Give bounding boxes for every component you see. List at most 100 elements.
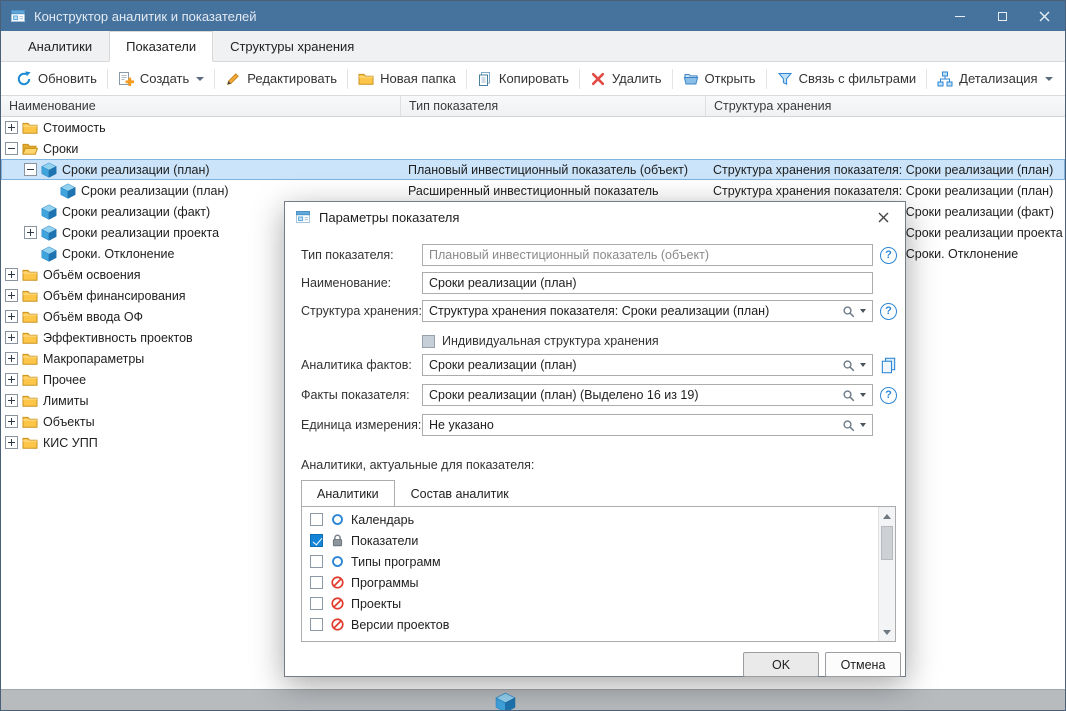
analytics-item[interactable]: Версии проектов [302, 614, 878, 635]
magnifier-icon[interactable] [842, 419, 855, 432]
cube-icon [41, 204, 57, 220]
scroll-up-button[interactable] [879, 508, 895, 524]
help-icon[interactable]: ? [880, 303, 897, 320]
expand-icon[interactable] [5, 373, 18, 386]
column-header-2[interactable]: Структура хранения [706, 96, 1066, 116]
indicator-facts-input[interactable]: Сроки реализации (план) (Выделено 16 из … [422, 384, 873, 406]
filter-link-icon [777, 71, 793, 87]
collapse-icon[interactable] [5, 142, 18, 155]
toolbar-button-create[interactable]: Создать [111, 66, 211, 92]
expand-icon[interactable] [5, 310, 18, 323]
table-row[interactable]: Стоимость [1, 117, 1065, 138]
toolbar-button-label: Копировать [499, 71, 569, 86]
tab-storage-structures[interactable]: Структуры хранения [213, 31, 371, 62]
checkbox-unchecked[interactable] [310, 555, 323, 568]
type-input[interactable]: Плановый инвестиционный показатель (объе… [422, 244, 873, 266]
unit-input[interactable]: Не указано [422, 414, 873, 436]
open-icon [683, 71, 699, 87]
analytics-item[interactable]: Проекты [302, 593, 878, 614]
dialog-tab-composition[interactable]: Состав аналитик [395, 480, 525, 508]
toolbar-button-label: Удалить [612, 71, 662, 86]
close-button[interactable] [1023, 1, 1065, 31]
toolbar: Обновить Создать Редактировать Новая папка К… [1, 62, 1065, 96]
folder-open-icon [22, 141, 38, 157]
checkbox-unchecked[interactable] [310, 513, 323, 526]
expand-icon[interactable] [5, 415, 18, 428]
dropdown-caret-icon[interactable] [860, 363, 866, 367]
field-row-name: Наименование:Сроки реализации (план) [301, 272, 873, 294]
ok-button[interactable]: OK [743, 652, 819, 677]
toolbar-button-refresh[interactable]: Обновить [9, 66, 104, 92]
toolbar-button-new-folder[interactable]: Новая папка [351, 66, 463, 92]
analytics-item[interactable]: Показатели [302, 530, 878, 551]
checkbox-unchecked[interactable] [310, 576, 323, 589]
magnifier-icon[interactable] [842, 359, 855, 372]
tree-cell: Сроки [1, 138, 401, 159]
cancel-button[interactable]: Отмена [825, 652, 901, 677]
copy-icon[interactable] [880, 357, 897, 374]
checkbox-unchecked[interactable] [310, 618, 323, 631]
expand-icon[interactable] [5, 394, 18, 407]
checkbox-checked[interactable] [310, 534, 323, 547]
table-row[interactable]: Сроки реализации (план)Плановый инвестиц… [1, 159, 1065, 180]
new-folder-icon [358, 71, 374, 87]
fact-analytics-input[interactable]: Сроки реализации (план) [422, 354, 873, 376]
expand-icon[interactable] [5, 436, 18, 449]
field-row-indicator-facts: Факты показателя:Сроки реализации (план)… [301, 384, 897, 406]
type-cell: Расширенный инвестиционный показатель [401, 184, 706, 198]
dialog-titlebar: Параметры показателя [285, 202, 905, 232]
scroll-thumb[interactable] [881, 526, 893, 560]
analytics-item[interactable]: Календарь [302, 509, 878, 530]
field-row-fact-analytics: Аналитика фактов:Сроки реализации (план) [301, 354, 897, 376]
checkbox-individual-storage[interactable] [422, 335, 435, 348]
scrollbar[interactable] [878, 507, 895, 641]
minimize-button[interactable] [939, 1, 981, 31]
tab-indicators[interactable]: Показатели [109, 31, 213, 62]
help-icon[interactable]: ? [880, 247, 897, 264]
expand-icon[interactable] [5, 352, 18, 365]
table-row[interactable]: Сроки реализации (план)Расширенный инвес… [1, 180, 1065, 201]
copy-icon [477, 71, 493, 87]
analytics-item[interactable]: Типы программ [302, 551, 878, 572]
toolbar-button-open[interactable]: Открыть [676, 66, 763, 92]
dialog-tab-analytics[interactable]: Аналитики [301, 480, 395, 508]
dropdown-caret-icon[interactable] [860, 423, 866, 427]
lookup-buttons [842, 389, 866, 402]
expand-icon[interactable] [24, 226, 37, 239]
toolbar-button-filter-link[interactable]: Связь с фильтрами [770, 66, 924, 92]
table-row[interactable]: Сроки [1, 138, 1065, 159]
tab-analytics[interactable]: Аналитики [11, 31, 109, 62]
name-input[interactable]: Сроки реализации (план) [422, 272, 873, 294]
analytics-label: Проекты [351, 597, 401, 611]
titlebar: Конструктор аналитик и показателей [1, 1, 1065, 31]
magnifier-icon[interactable] [842, 389, 855, 402]
toolbar-button-delete[interactable]: Удалить [583, 66, 669, 92]
expand-icon[interactable] [5, 121, 18, 134]
dropdown-caret-icon[interactable] [860, 309, 866, 313]
dropdown-caret-icon[interactable] [860, 393, 866, 397]
analytics-item[interactable]: Программы [302, 572, 878, 593]
toolbar-button-copy[interactable]: Копировать [470, 66, 576, 92]
field-value: Не указано [429, 418, 837, 432]
scroll-down-button[interactable] [879, 624, 895, 640]
checkbox-unchecked[interactable] [310, 597, 323, 610]
toolbar-button-edit[interactable]: Редактировать [218, 66, 344, 92]
collapse-icon[interactable] [24, 163, 37, 176]
expand-icon[interactable] [5, 331, 18, 344]
column-header-0[interactable]: Наименование [1, 96, 401, 116]
dropdown-caret-icon[interactable] [196, 77, 204, 81]
toolbar-button-detail[interactable]: Детализация [930, 66, 1059, 92]
maximize-button[interactable] [981, 1, 1023, 31]
column-header-1[interactable]: Тип показателя [401, 96, 706, 116]
dialog-close-button[interactable] [869, 205, 897, 229]
magnifier-icon[interactable] [842, 305, 855, 318]
dialog-icon [295, 209, 311, 225]
folder-icon [22, 414, 38, 430]
dropdown-caret-icon[interactable] [1045, 77, 1053, 81]
edit-icon [225, 71, 241, 87]
help-icon[interactable]: ? [880, 387, 897, 404]
expand-icon[interactable] [5, 289, 18, 302]
storage-input[interactable]: Структура хранения показателя: Сроки реа… [422, 300, 873, 322]
expand-icon[interactable] [5, 268, 18, 281]
lookup-buttons [842, 359, 866, 372]
